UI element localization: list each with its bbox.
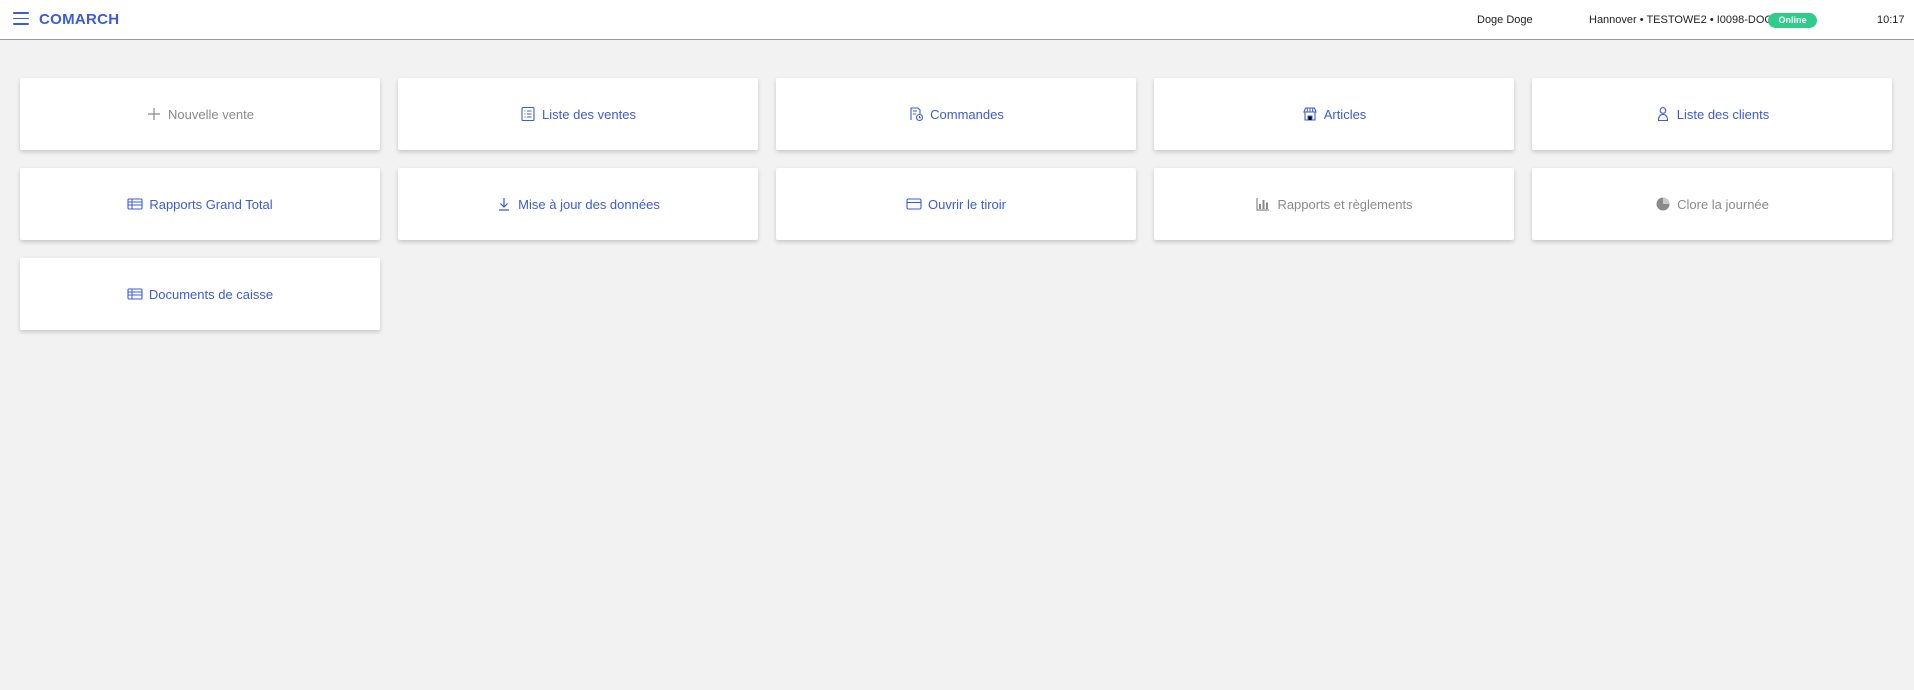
- tile-label: Articles: [1323, 106, 1367, 122]
- store-location: Hannover • TESTOWE2 • I0098-DOGE: [1589, 14, 1781, 26]
- card-icon: [906, 196, 922, 212]
- close-day-button[interactable]: Clore la journée: [1532, 168, 1892, 240]
- clock: 10:17: [1877, 14, 1905, 26]
- tile-label: Nouvelle vente: [168, 106, 254, 122]
- top-bar: COMARCH Doge Doge Hannover • TESTOWE2 • …: [0, 0, 1914, 40]
- tile-label: Liste des clients: [1676, 106, 1770, 122]
- bar-chart-icon: [1255, 196, 1271, 212]
- store-icon: [1302, 106, 1318, 122]
- orders-icon: [908, 106, 924, 122]
- tile-label: Commandes: [930, 106, 1004, 122]
- pie-icon: [1655, 196, 1671, 212]
- tile-label: Clore la journée: [1677, 196, 1769, 212]
- list-icon: [520, 106, 536, 122]
- table-icon: [127, 196, 143, 212]
- articles-button[interactable]: Articles: [1154, 78, 1514, 150]
- tile-label: Rapports Grand Total: [149, 196, 273, 212]
- tile-label: Documents de caisse: [148, 286, 274, 302]
- tile-label: Rapports et règlements: [1277, 196, 1413, 212]
- tile-label: Liste des ventes: [542, 106, 636, 122]
- tile-label: Mise à jour des données: [518, 196, 660, 212]
- brand-logo: COMARCH: [39, 11, 120, 28]
- grand-total-reports-button[interactable]: Rapports Grand Total: [20, 168, 380, 240]
- tile-label: Ouvrir le tiroir: [927, 196, 1006, 212]
- open-drawer-button[interactable]: Ouvrir le tiroir: [776, 168, 1136, 240]
- reports-settlements-button[interactable]: Rapports et règlements: [1154, 168, 1514, 240]
- download-icon: [496, 196, 512, 212]
- sales-list-button[interactable]: Liste des ventes: [398, 78, 758, 150]
- data-update-button[interactable]: Mise à jour des données: [398, 168, 758, 240]
- table-icon: [127, 286, 143, 302]
- hamburger-menu-icon[interactable]: [13, 12, 29, 25]
- clients-list-button[interactable]: Liste des clients: [1532, 78, 1892, 150]
- user-name: Doge Doge: [1477, 14, 1533, 26]
- cash-documents-button[interactable]: Documents de caisse: [20, 258, 380, 330]
- plus-icon: [146, 106, 162, 122]
- person-icon: [1655, 106, 1671, 122]
- status-badge: Online: [1768, 13, 1817, 28]
- new-sale-button[interactable]: Nouvelle vente: [20, 78, 380, 150]
- orders-button[interactable]: Commandes: [776, 78, 1136, 150]
